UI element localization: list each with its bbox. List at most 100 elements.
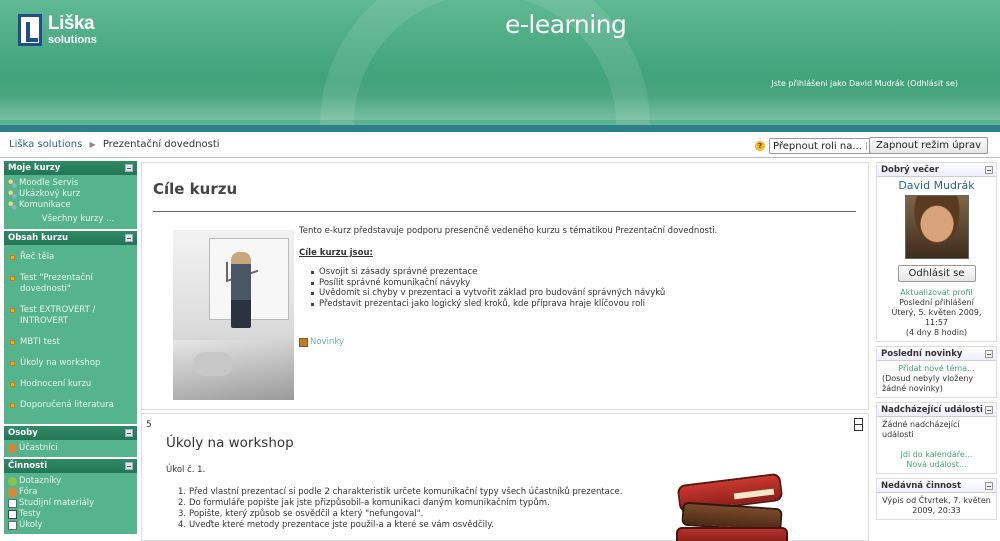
breadcrumb-home-link[interactable]: Liška solutions bbox=[9, 139, 82, 150]
bullet-icon bbox=[10, 308, 15, 313]
content-link[interactable]: Úkoly na workshop bbox=[8, 358, 134, 369]
goals-list: Osvojit si zásady správné prezentace Pos… bbox=[299, 267, 859, 309]
update-profile-link[interactable]: Aktualizovat profil bbox=[882, 288, 991, 298]
hide-block-icon[interactable] bbox=[985, 350, 993, 358]
participants-icon bbox=[8, 444, 17, 453]
hide-block-icon[interactable] bbox=[985, 166, 993, 174]
list-item: Uvědomit si chyby v prezentaci a vytvoři… bbox=[311, 288, 859, 299]
site-title: e-learning bbox=[505, 10, 627, 39]
login-text: Jste přihlášeni jako David Mudrák bbox=[771, 79, 905, 88]
block-header: Osoby bbox=[4, 426, 137, 440]
news-forum-link[interactable]: Novinky bbox=[299, 337, 344, 347]
activity-link[interactable]: Studijní materiály bbox=[8, 498, 134, 509]
course-link[interactable]: Ukázkový kurz bbox=[8, 189, 134, 200]
activities-block: Činnosti Dotazníky Fóra Studijní materiá… bbox=[4, 459, 137, 534]
last-login-ago: (4 dny 8 hodin) bbox=[905, 328, 968, 337]
site-header: Liška solutions e-learning Jste přihláše… bbox=[0, 0, 1000, 128]
block-header: Nadcházející události bbox=[877, 403, 996, 417]
calendar-link[interactable]: Jdi do kalendáře... bbox=[882, 450, 991, 460]
list-item: 3. Popište, který způsob se osvědčil a kt… bbox=[178, 509, 424, 519]
course-link[interactable]: Komunikace bbox=[8, 200, 134, 211]
block-header: Nedávná činnost bbox=[877, 479, 996, 493]
content-link[interactable]: Test EXTROVERT / INTROVERT bbox=[8, 305, 134, 327]
bullet-icon bbox=[10, 361, 15, 366]
greeting-block: Dobrý večer David Mudrák Odhlásit se Akt… bbox=[876, 162, 997, 342]
content-link[interactable]: Test "Prezentační dovednosti" bbox=[8, 273, 134, 295]
bullet-icon bbox=[10, 340, 15, 345]
block-title: Poslední novinky bbox=[881, 349, 963, 359]
course-summary-section: Cíle kurzu Tento e-kurz představuje podp… bbox=[141, 162, 869, 410]
content-link[interactable]: MBTI test bbox=[8, 337, 134, 348]
new-event-link[interactable]: Nová událost... bbox=[882, 460, 991, 470]
login-info: Jste přihlášeni jako David Mudrák (Odhlá… bbox=[771, 79, 958, 88]
activity-link[interactable]: Fóra bbox=[8, 487, 134, 498]
list-item: 4. Uveďte které metody prezentace jste po… bbox=[178, 520, 494, 530]
activity-link[interactable]: Testy bbox=[8, 509, 134, 520]
survey-icon bbox=[8, 477, 17, 486]
course-intro: Tento e-kurz představuje podporu presenč… bbox=[299, 226, 859, 309]
hide-block-icon[interactable] bbox=[125, 462, 133, 470]
quiz-icon bbox=[8, 510, 17, 519]
course-content-block: Obsah kurzu Řeč těla Test "Prezentační d… bbox=[4, 231, 137, 424]
upcoming-events-block: Nadcházející události Žádné nadcházející… bbox=[876, 402, 997, 474]
forum-icon bbox=[8, 488, 17, 497]
last-login-date: Úterý, 5. květen 2009, 11:57 bbox=[891, 308, 982, 327]
intro-paragraph: Tento e-kurz představuje podporu presenč… bbox=[299, 226, 718, 236]
breadcrumb-current: Prezentační dovednosti bbox=[102, 139, 220, 150]
block-header: Moje kurzy bbox=[4, 161, 137, 175]
people-block: Osoby Účastníci bbox=[4, 426, 137, 457]
task-label: Úkol č. 1. bbox=[166, 465, 206, 475]
breadcrumb-separator-icon: ▶ bbox=[89, 140, 96, 149]
resource-icon bbox=[8, 499, 17, 508]
right-sidebar: Dobrý večer David Mudrák Odhlásit se Akt… bbox=[876, 162, 997, 541]
participants-link[interactable]: Účastníci bbox=[8, 443, 134, 454]
block-title: Dobrý večer bbox=[881, 165, 939, 175]
task-list: 1. Před vlastní prezentací si podle 2 cha… bbox=[178, 487, 623, 531]
logout-button[interactable]: Odhlásit se bbox=[897, 265, 976, 282]
activity-link[interactable]: Úkoly bbox=[8, 520, 134, 531]
my-courses-block: Moje kurzy Moodle Servis Ukázkový kurz K… bbox=[4, 161, 137, 229]
hide-block-icon[interactable] bbox=[985, 406, 993, 414]
block-title: Nadcházející události bbox=[881, 405, 983, 415]
bullet-icon bbox=[10, 382, 15, 387]
all-courses-link[interactable]: Všechny kurzy ... bbox=[8, 211, 134, 226]
list-item: Posílit správné komunikační návyky bbox=[311, 278, 859, 289]
course-link[interactable]: Moodle Servis bbox=[8, 178, 134, 189]
help-icon[interactable]: ? bbox=[755, 141, 765, 151]
breadcrumb: Liška solutions ▶ Prezentační dovednosti bbox=[9, 139, 220, 150]
block-title: Osoby bbox=[8, 428, 38, 438]
block-header: Dobrý večer bbox=[877, 163, 996, 177]
events-empty-text: Žádné nadcházející události bbox=[882, 420, 960, 439]
block-header: Poslední novinky bbox=[877, 347, 996, 361]
section-title: Cíle kurzu bbox=[153, 180, 238, 198]
content-link[interactable]: Hodnocení kurzu bbox=[8, 379, 134, 390]
presentation-image bbox=[173, 230, 294, 400]
divider bbox=[153, 211, 856, 212]
content-link[interactable]: Řeč těla bbox=[8, 252, 134, 263]
role-select-value: Přepnout roli na... bbox=[773, 140, 862, 152]
block-title: Činnosti bbox=[8, 461, 48, 471]
site-logo[interactable]: Liška solutions bbox=[18, 14, 97, 48]
hide-block-icon[interactable] bbox=[125, 234, 133, 242]
role-select[interactable]: Přepnout roli na... ◆ bbox=[769, 138, 880, 154]
hide-block-icon[interactable] bbox=[125, 164, 133, 172]
avatar[interactable] bbox=[904, 195, 969, 259]
list-item: Představit prezentaci jako logický sled … bbox=[311, 299, 859, 310]
add-topic-link[interactable]: Přidat nové téma... bbox=[882, 364, 991, 374]
forum-icon bbox=[299, 337, 308, 347]
header-bottom-bar bbox=[0, 125, 1000, 132]
user-name-link[interactable]: David Mudrák bbox=[882, 180, 991, 191]
edit-mode-button[interactable]: Zapnout režim úprav bbox=[869, 137, 989, 154]
workshop-section: 5 Úkoly na workshop Úkol č. 1. 1. Před vl… bbox=[141, 413, 869, 541]
list-item: 2. Do formuláře popište jak jste přizpůso… bbox=[178, 498, 550, 508]
role-switch: ? Přepnout roli na... ◆ bbox=[755, 137, 880, 155]
activity-link[interactable]: Dotazníky bbox=[8, 476, 134, 487]
bullet-icon bbox=[10, 403, 15, 408]
section-title: Úkoly na workshop bbox=[166, 435, 294, 451]
header-logout-link[interactable]: (Odhlásit se) bbox=[907, 79, 958, 88]
hide-block-icon[interactable] bbox=[125, 429, 133, 437]
content-link[interactable]: Doporučená literatura bbox=[8, 400, 134, 411]
collapse-section-icon[interactable] bbox=[854, 418, 863, 431]
section-number: 5 bbox=[146, 420, 152, 430]
hide-block-icon[interactable] bbox=[985, 482, 993, 490]
